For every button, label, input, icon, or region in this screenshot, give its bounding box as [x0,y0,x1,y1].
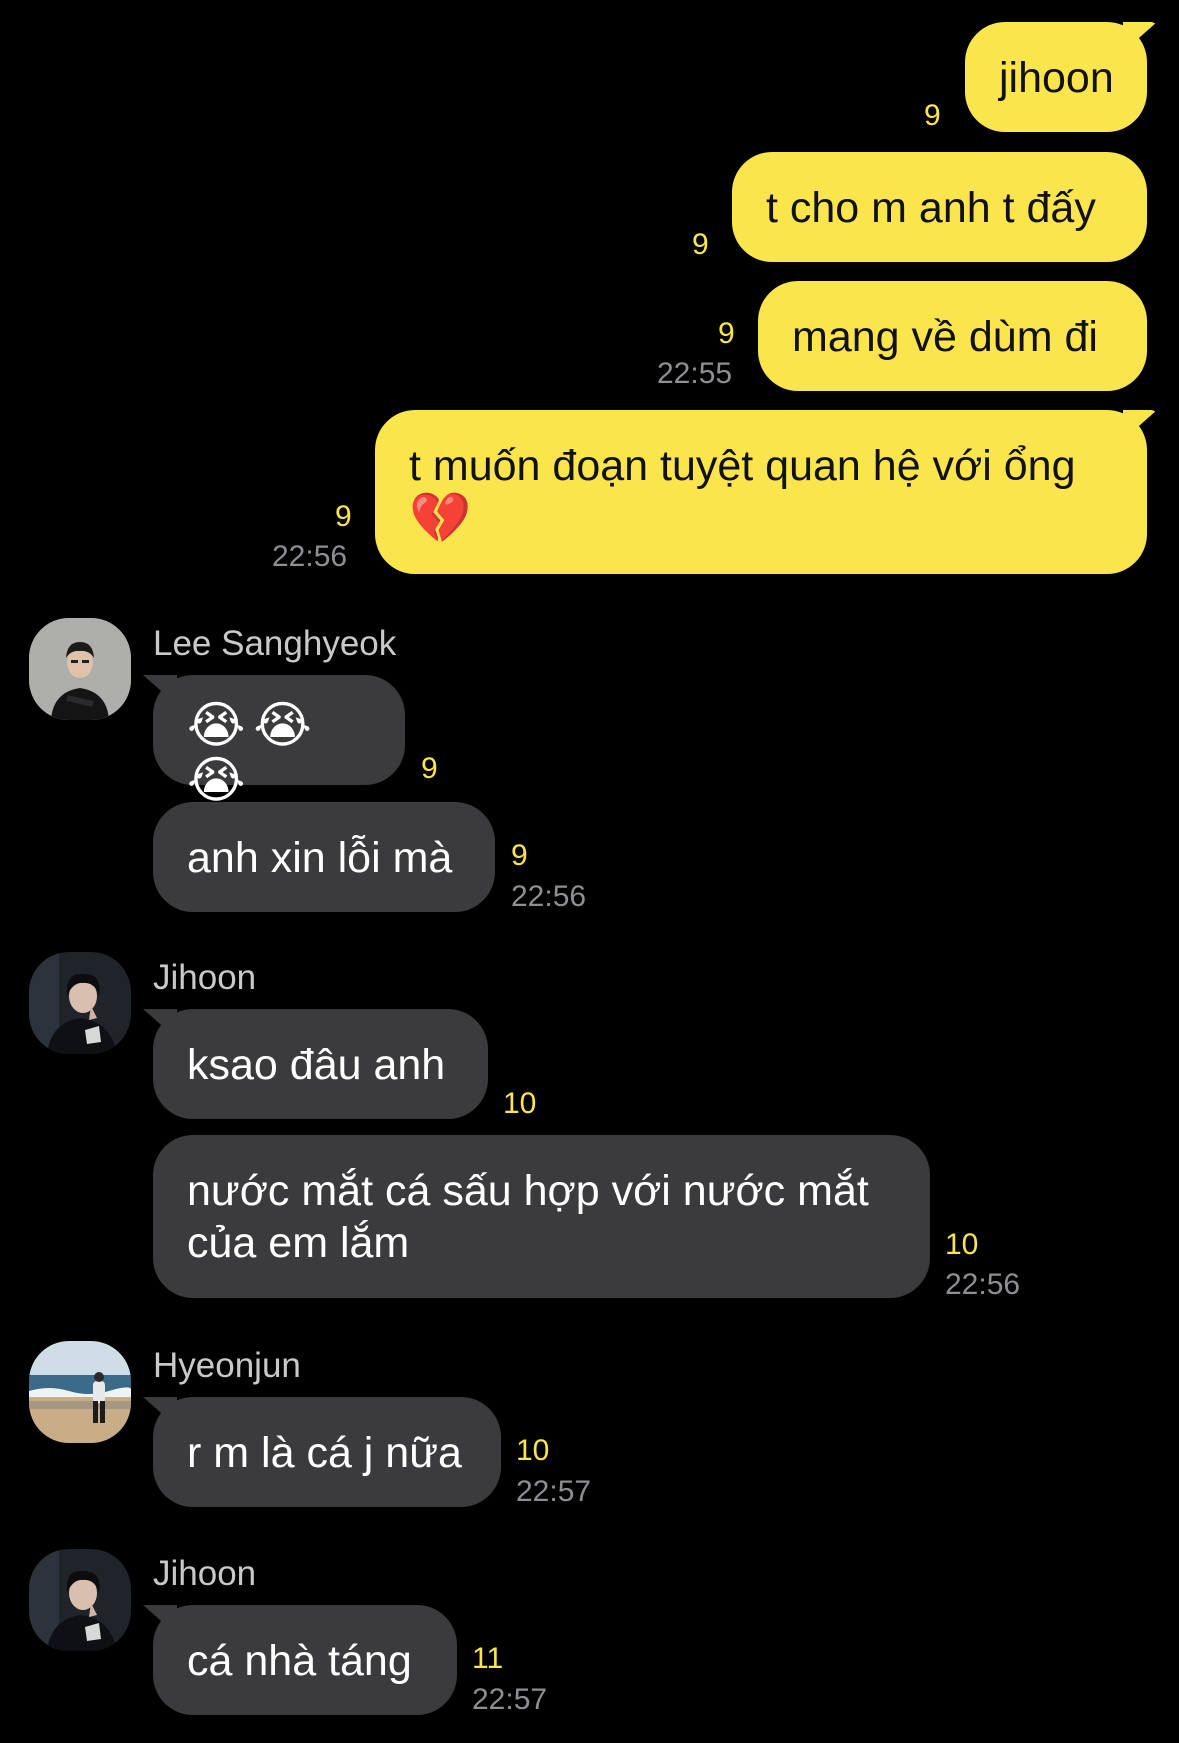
incoming-message[interactable]: anh xin lỗi mà [153,802,495,912]
bubble-tail [1123,410,1157,440]
outgoing-message[interactable]: t cho m anh t đấy [732,152,1147,262]
bubble-tail [1123,22,1157,52]
broken-heart-emoji: 💔 [409,489,480,547]
crying-face-emojis: 😭😭😭 [187,696,320,809]
incoming-message[interactable]: cá nhà táng [143,1605,457,1715]
unread-count: 10 [503,1087,537,1120]
message-text: t muốn đoạn tuyệt quan hệ với ổng [409,442,1076,490]
outgoing-message[interactable]: jihoon [965,22,1157,132]
incoming-message[interactable]: 😭😭😭 [143,675,405,806]
message-timestamp: 22:56 [511,880,587,913]
incoming-message[interactable]: ksao đâu anh [143,1009,488,1119]
unread-count: 9 [511,839,528,872]
lee-sanghyeok-avatar[interactable] [29,618,131,720]
incoming-message[interactable]: nước mắt cá sấu hợp với nước mắt của em … [153,1135,930,1298]
person-photo-icon [29,1549,131,1651]
message-text: jihoon [999,54,1114,102]
unread-count: 10 [945,1228,979,1261]
bubble-tail [143,1397,177,1427]
unread-count: 9 [718,317,735,350]
hyeonjun-avatar[interactable] [29,1341,131,1443]
message-text: mang về dùm đi [792,313,1098,361]
person-photo-icon [29,618,131,720]
message-text: cá nhà táng [187,1637,412,1685]
jihoon-avatar[interactable] [29,952,131,1054]
sender-name: Jihoon [153,1554,257,1593]
bubble-tail [143,1605,177,1635]
sender-name: Jihoon [153,958,257,997]
jihoon-avatar[interactable] [29,1549,131,1651]
message-text: nước mắt cá sấu hợp với nước mắt của em … [187,1167,869,1267]
message-timestamp: 22:57 [472,1683,548,1716]
sender-name: Lee Sanghyeok [153,624,397,663]
unread-count: 9 [924,99,941,132]
message-timestamp: 22:57 [516,1475,592,1508]
bubble-tail [143,1009,177,1039]
sender-name: Hyeonjun [153,1346,301,1385]
message-text: anh xin lỗi mà [187,834,453,882]
person-photo-icon [29,952,131,1054]
message-text: t cho m anh t đấy [766,184,1096,232]
incoming-message[interactable]: r m là cá j nữa [143,1397,501,1507]
chat-message-list[interactable]: jihoon 9 t cho m anh t đấy 9 mang về dùm… [0,0,1179,1743]
message-text: ksao đâu anh [187,1041,446,1089]
unread-count: 11 [472,1642,504,1675]
bubble-tail [143,675,177,705]
unread-count: 10 [516,1434,550,1467]
message-text: r m là cá j nữa [187,1429,462,1477]
beach-photo-icon [29,1341,131,1443]
message-timestamp: 22:56 [272,540,348,573]
unread-count: 9 [335,500,352,533]
outgoing-message[interactable]: t muốn đoạn tuyệt quan hệ với ổng 💔 [375,410,1157,574]
message-timestamp: 22:55 [657,357,733,390]
outgoing-message[interactable]: mang về dùm đi [758,281,1147,391]
unread-count: 9 [421,752,438,785]
message-timestamp: 22:56 [945,1268,1021,1301]
unread-count: 9 [692,228,709,261]
